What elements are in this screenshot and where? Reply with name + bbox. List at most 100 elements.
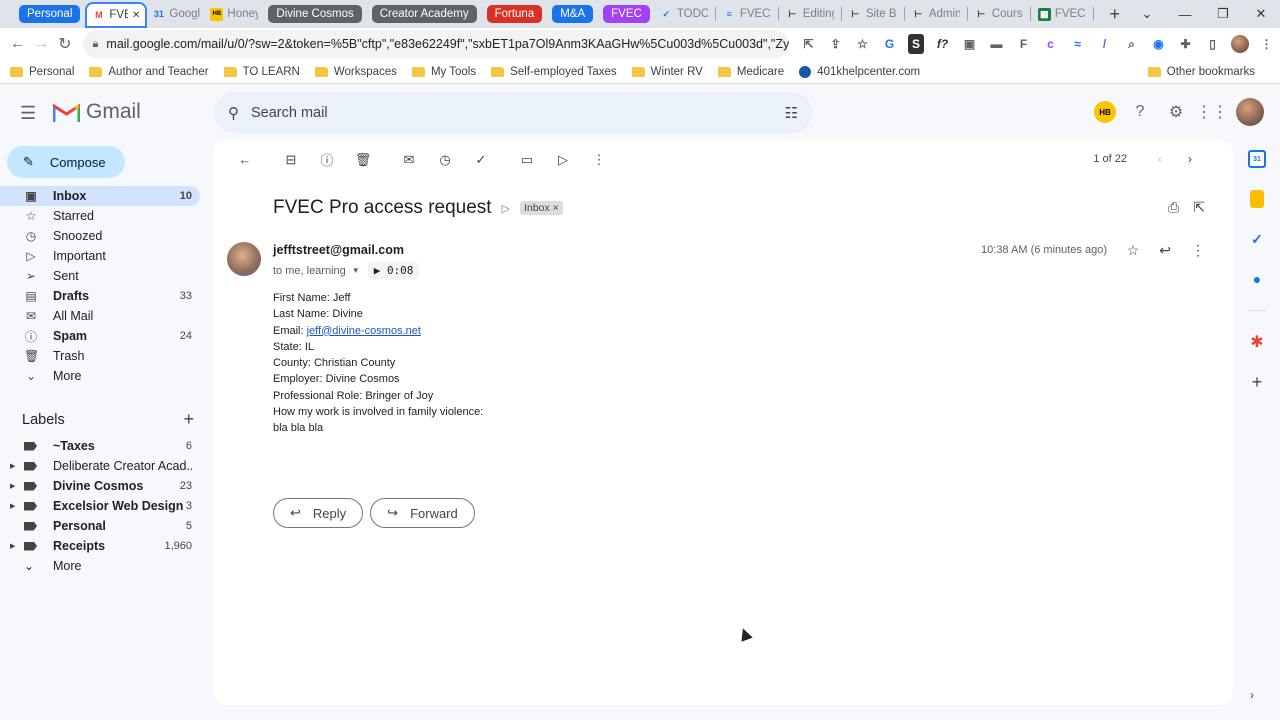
tab-group-chip[interactable]: Creator Academy	[371, 5, 477, 23]
bookmark-link[interactable]: 401khelpcenter.com	[799, 65, 920, 78]
extension-wave-icon[interactable]: ≈	[1064, 34, 1091, 54]
get-addons-icon[interactable]: +	[1248, 372, 1266, 392]
nav-item-starred[interactable]: ☆ Starred	[0, 206, 200, 226]
bookmark-folder[interactable]: Personal	[10, 66, 74, 78]
expand-caret-icon[interactable]: ▶	[10, 502, 24, 510]
search-bar[interactable]: ⚲ ☷	[214, 92, 812, 133]
account-avatar[interactable]	[1236, 98, 1264, 126]
bookmark-folder[interactable]: Self-employed Taxes	[491, 66, 617, 78]
email-link[interactable]: jeff@divine-cosmos.net	[307, 325, 421, 337]
extension-bar-icon[interactable]: ▬	[983, 34, 1010, 54]
other-bookmarks[interactable]: Other bookmarks	[1147, 66, 1255, 78]
label-item[interactable]: ▶ Deliberate Creator Acad...	[0, 456, 200, 476]
importance-marker-icon[interactable]: ▷	[502, 202, 510, 215]
maximize-icon[interactable]: ❐	[1204, 6, 1242, 22]
newer-icon[interactable]: ‹	[1145, 152, 1175, 166]
label-item[interactable]: ▶ Divine Cosmos 23	[0, 476, 200, 496]
address-bar[interactable]: 🔒︎ mail.google.com/mail/u/0/?sw=2&token=…	[82, 30, 789, 58]
reload-icon[interactable]: ↻	[53, 34, 77, 54]
label-icon[interactable]: ▷	[545, 152, 581, 168]
browser-tab[interactable]: M FVEC ✕	[85, 2, 148, 28]
expand-caret-icon[interactable]: ▶	[10, 462, 24, 470]
search-input[interactable]	[251, 104, 731, 121]
audio-chip[interactable]: ▶ 0:08	[367, 262, 420, 279]
side-panel-icon[interactable]: ▯	[1199, 34, 1226, 54]
reply-button[interactable]: ↩ Reply	[273, 498, 364, 528]
gmail-logo[interactable]: Gmail	[53, 100, 141, 124]
browser-tab[interactable]: HB Honey	[205, 3, 263, 25]
minimize-icon[interactable]: —	[1166, 7, 1204, 22]
profile-avatar[interactable]	[1226, 34, 1253, 54]
forward-button[interactable]: ↪ Forward	[370, 498, 475, 528]
nav-item-sent[interactable]: ➢ Sent	[0, 266, 200, 286]
tab-search-icon[interactable]: ⌄	[1128, 6, 1166, 22]
add-to-tasks-icon[interactable]: ✓	[463, 152, 499, 168]
contacts-icon[interactable]: ●	[1248, 270, 1266, 288]
extension-s-icon[interactable]: S	[908, 34, 924, 54]
nav-item-more[interactable]: ⌄ More	[0, 366, 200, 386]
label-item[interactable]: ▶ Excelsior Web Design 3	[0, 496, 200, 516]
bookmark-folder[interactable]: Winter RV	[631, 66, 703, 78]
back-icon[interactable]: ←	[6, 35, 30, 53]
extension-pen-icon[interactable]: /	[1091, 34, 1118, 54]
open-in-app-icon[interactable]: ⇱	[795, 34, 822, 54]
browser-tab[interactable]: ⊢ Site Bu	[844, 3, 902, 25]
tab-group-chip[interactable]: Divine Cosmos	[268, 5, 362, 23]
label-item[interactable]: ▶ Receipts 1,960	[0, 536, 200, 556]
create-label-icon[interactable]: +	[183, 409, 194, 430]
tab-group-chip[interactable]: Personal	[19, 5, 81, 23]
search-icon[interactable]: ⚲	[228, 104, 239, 122]
bookmark-folder[interactable]: TO LEARN	[223, 66, 300, 78]
browser-tab[interactable]: 31 Google	[147, 3, 205, 25]
sender-avatar[interactable]	[227, 242, 261, 276]
nav-item-important[interactable]: ▷ Important	[0, 246, 200, 266]
archive-icon[interactable]: ⊟	[273, 152, 309, 168]
tab-group-chip[interactable]: M&A	[552, 5, 594, 23]
more-message-icon[interactable]: ⋮	[1191, 242, 1205, 259]
move-to-icon[interactable]: ▭	[509, 152, 545, 168]
browser-tab[interactable]: ⊢ Editing	[781, 3, 839, 25]
labels-more[interactable]: ⌄ More	[0, 556, 200, 576]
close-window-icon[interactable]: ✕	[1242, 6, 1280, 22]
extension-circle-icon[interactable]: ◉	[1145, 34, 1172, 54]
show-details-icon[interactable]: ▼	[352, 266, 360, 275]
browser-tab[interactable]: ⊢ Admin	[907, 3, 965, 25]
browser-tab[interactable]: ▦ FVEC	[1033, 3, 1091, 25]
tasks-icon[interactable]: ✓	[1248, 230, 1266, 248]
delete-icon[interactable]: 🗑︎	[345, 152, 381, 168]
zoom-icon[interactable]: ⌕	[1118, 34, 1145, 54]
star-message-icon[interactable]: ☆	[1127, 242, 1140, 259]
more-actions-icon[interactable]: ⋮	[581, 152, 617, 168]
browser-tab[interactable]: ≡ FVEC S	[718, 3, 776, 25]
share-icon[interactable]: ⇪	[822, 34, 849, 54]
expand-caret-icon[interactable]: ▶	[10, 482, 24, 490]
translate-icon[interactable]: G	[876, 34, 903, 54]
compose-button[interactable]: ✎ Compose	[7, 146, 125, 178]
nav-item-spam[interactable]: ⓘ Spam 24	[0, 326, 200, 346]
bookmark-star-icon[interactable]: ☆	[849, 34, 876, 54]
addon-asterisk-icon[interactable]: ✱	[1248, 333, 1266, 351]
older-icon[interactable]: ›	[1175, 152, 1205, 166]
reply-icon[interactable]: ↩	[1159, 242, 1171, 259]
bookmark-folder[interactable]: Workspaces	[314, 66, 397, 78]
keep-icon[interactable]	[1250, 190, 1264, 208]
browser-tab[interactable]: ⊢ Cours	[970, 3, 1028, 25]
lock-icon[interactable]: 🔒︎	[93, 38, 99, 51]
extension-f-icon[interactable]: F	[1010, 34, 1037, 54]
nav-item-inbox[interactable]: ▣ Inbox 10	[0, 186, 200, 206]
extension-fx-icon[interactable]: f?	[929, 34, 956, 54]
nav-item-all-mail[interactable]: ✉ All Mail	[0, 306, 200, 326]
browser-menu-icon[interactable]: ⋮	[1253, 34, 1280, 54]
settings-gear-icon[interactable]: ⚙	[1164, 100, 1188, 124]
expand-caret-icon[interactable]: ▶	[10, 542, 24, 550]
extensions-puzzle-icon[interactable]: ✚	[1172, 34, 1199, 54]
bookmark-folder[interactable]: Author and Teacher	[89, 66, 209, 78]
back-to-inbox-icon[interactable]: ←	[227, 152, 263, 167]
nav-item-snoozed[interactable]: ◷ Snoozed	[0, 226, 200, 246]
tab-group-chip[interactable]: Fortuna	[486, 5, 543, 23]
browser-tab[interactable]: ✓ TODO	[655, 3, 713, 25]
print-icon[interactable]: ⎙	[1168, 199, 1179, 216]
new-tab-icon[interactable]: +	[1104, 4, 1126, 25]
report-spam-icon[interactable]: ⓘ	[309, 150, 345, 169]
search-options-icon[interactable]: ☷	[785, 104, 798, 122]
